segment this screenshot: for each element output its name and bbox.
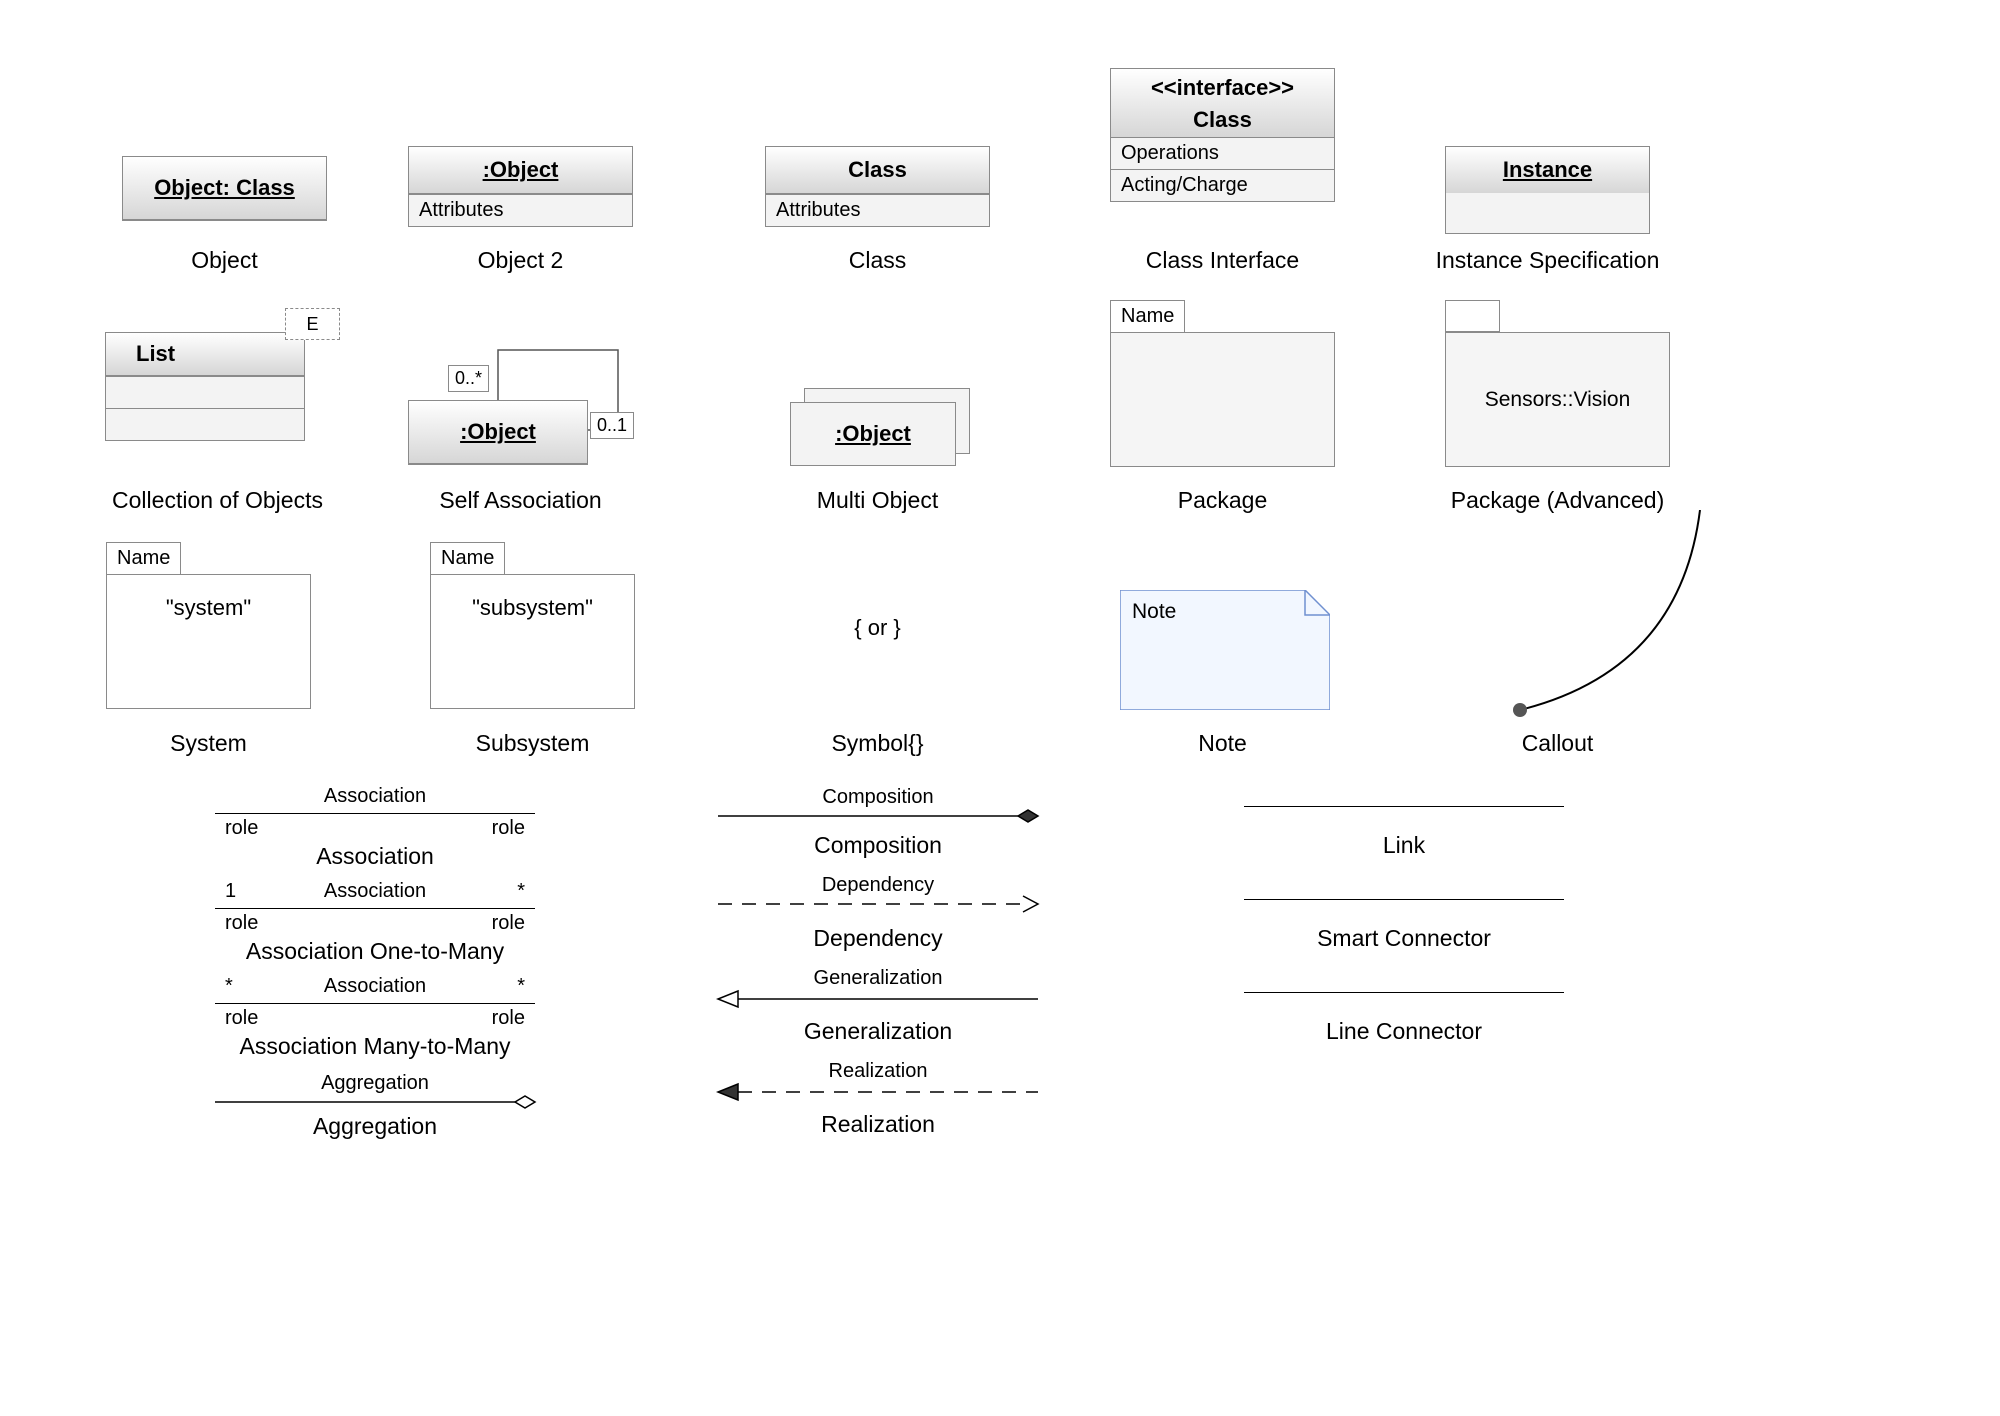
uml-callout[interactable]	[1500, 510, 1750, 725]
uml-package-advanced[interactable]: Sensors::Vision	[1445, 300, 1670, 467]
uml-object2[interactable]: :Object Attributes	[408, 146, 633, 227]
connector-dependency[interactable]: Dependency	[718, 874, 1038, 921]
object-caption: Object	[122, 247, 327, 274]
connector-association[interactable]: Association role role	[215, 785, 535, 814]
uml-object[interactable]: Object: Class	[122, 156, 327, 221]
instance-caption: Instance Specification	[1405, 247, 1690, 274]
callout-caption: Callout	[1445, 730, 1670, 757]
selfassoc-m1: 0..*	[448, 365, 489, 392]
collection-header: List	[106, 333, 304, 376]
package-tab: Name	[1110, 300, 1185, 333]
classif-stereo: <<interface>>	[1111, 75, 1334, 101]
multi-header: :Object	[791, 403, 955, 465]
aggreg-top: Aggregation	[215, 1072, 535, 1095]
assocmm-roleR: role	[492, 1007, 525, 1030]
assoc1m-roleR: role	[492, 912, 525, 935]
uml-system[interactable]: Name "system"	[106, 542, 311, 709]
aggreg-caption: Aggregation	[215, 1113, 535, 1140]
assoc1m-caption: Association One-to-Many	[215, 938, 535, 965]
composition-line-icon	[718, 808, 1038, 828]
uml-symbol[interactable]: { or }	[765, 615, 990, 641]
link-caption: Link	[1244, 832, 1564, 859]
assoc-caption: Association	[215, 843, 535, 870]
pkgadv-body: Sensors::Vision	[1445, 332, 1670, 467]
system-tab: Name	[106, 542, 181, 575]
instance-header: Instance	[1446, 147, 1649, 193]
note-body: Note	[1132, 600, 1176, 624]
assoc-roleL: role	[225, 817, 258, 840]
subsystem-tab: Name	[430, 542, 505, 575]
uml-collection[interactable]: E List	[105, 308, 330, 441]
symbol-caption: Symbol{}	[765, 730, 990, 757]
classif-act: Acting/Charge	[1111, 169, 1334, 201]
dep-top: Dependency	[718, 874, 1038, 897]
connector-realization[interactable]: Realization	[718, 1060, 1038, 1111]
package-caption: Package	[1110, 487, 1335, 514]
object-header: Object: Class	[123, 157, 326, 220]
collection-caption: Collection of Objects	[90, 487, 345, 514]
subsystem-caption: Subsystem	[430, 730, 635, 757]
uml-package[interactable]: Name	[1110, 300, 1335, 467]
class-header: Class	[766, 147, 989, 194]
classif-name: Class	[1111, 101, 1334, 133]
generalization-line-icon	[718, 989, 1038, 1013]
comp-caption: Composition	[718, 832, 1038, 859]
assoc-top: Association	[215, 785, 535, 808]
collection-badge: E	[285, 308, 340, 340]
comp-top: Composition	[718, 786, 1038, 809]
object2-caption: Object 2	[408, 247, 633, 274]
gen-top: Generalization	[718, 967, 1038, 990]
realization-line-icon	[718, 1082, 1038, 1106]
assocmm-caption: Association Many-to-Many	[215, 1033, 535, 1060]
connector-assoc-1m[interactable]: 1 Association * role role	[215, 880, 535, 909]
uml-class-interface[interactable]: <<interface>> Class Operations Acting/Ch…	[1110, 68, 1335, 202]
assoc1m-mid: Association	[215, 880, 535, 903]
uml-subsystem[interactable]: Name "subsystem"	[430, 542, 635, 709]
connector-link[interactable]	[1244, 806, 1564, 807]
real-caption: Realization	[718, 1111, 1038, 1138]
connector-assoc-mm[interactable]: * Association * role role	[215, 975, 535, 1004]
classif-caption: Class Interface	[1110, 247, 1335, 274]
selfassoc-caption: Self Association	[408, 487, 633, 514]
connector-aggregation[interactable]: Aggregation	[215, 1072, 535, 1119]
class-caption: Class	[765, 247, 990, 274]
uml-class[interactable]: Class Attributes	[765, 146, 990, 227]
dep-caption: Dependency	[718, 925, 1038, 952]
assoc-roleR: role	[492, 817, 525, 840]
dependency-line-icon	[718, 896, 1038, 916]
multi-caption: Multi Object	[765, 487, 990, 514]
assocmm-roleL: role	[225, 1007, 258, 1030]
uml-note[interactable]: Note	[1120, 590, 1330, 715]
real-top: Realization	[718, 1060, 1038, 1083]
assoc1m-roleL: role	[225, 912, 258, 935]
system-caption: System	[106, 730, 311, 757]
assocmm-r: *	[517, 975, 525, 998]
aggregation-line-icon	[215, 1094, 535, 1114]
connector-line[interactable]	[1244, 992, 1564, 993]
connector-smart[interactable]	[1244, 899, 1564, 900]
uml-instance[interactable]: Instance	[1445, 146, 1650, 234]
connector-composition[interactable]: Composition	[718, 786, 1038, 833]
callout-curve-icon	[1500, 510, 1750, 720]
assocmm-mid: Association	[215, 975, 535, 998]
class-attrs: Attributes	[766, 194, 989, 226]
gen-caption: Generalization	[718, 1018, 1038, 1045]
classif-op: Operations	[1111, 137, 1334, 169]
uml-self-assoc[interactable]: :Object 0..* 0..1	[408, 400, 588, 465]
system-body: "system"	[106, 574, 311, 709]
object2-header: :Object	[409, 147, 632, 194]
selfassoc-m2: 0..1	[590, 412, 634, 439]
subsystem-body: "subsystem"	[430, 574, 635, 709]
object2-attrs: Attributes	[409, 194, 632, 226]
smart-caption: Smart Connector	[1244, 925, 1564, 952]
connector-generalization[interactable]: Generalization	[718, 967, 1038, 1018]
assoc1m-r: *	[517, 880, 525, 903]
note-caption: Note	[1110, 730, 1335, 757]
selfassoc-line-icon	[498, 350, 628, 470]
line-caption: Line Connector	[1244, 1018, 1564, 1045]
